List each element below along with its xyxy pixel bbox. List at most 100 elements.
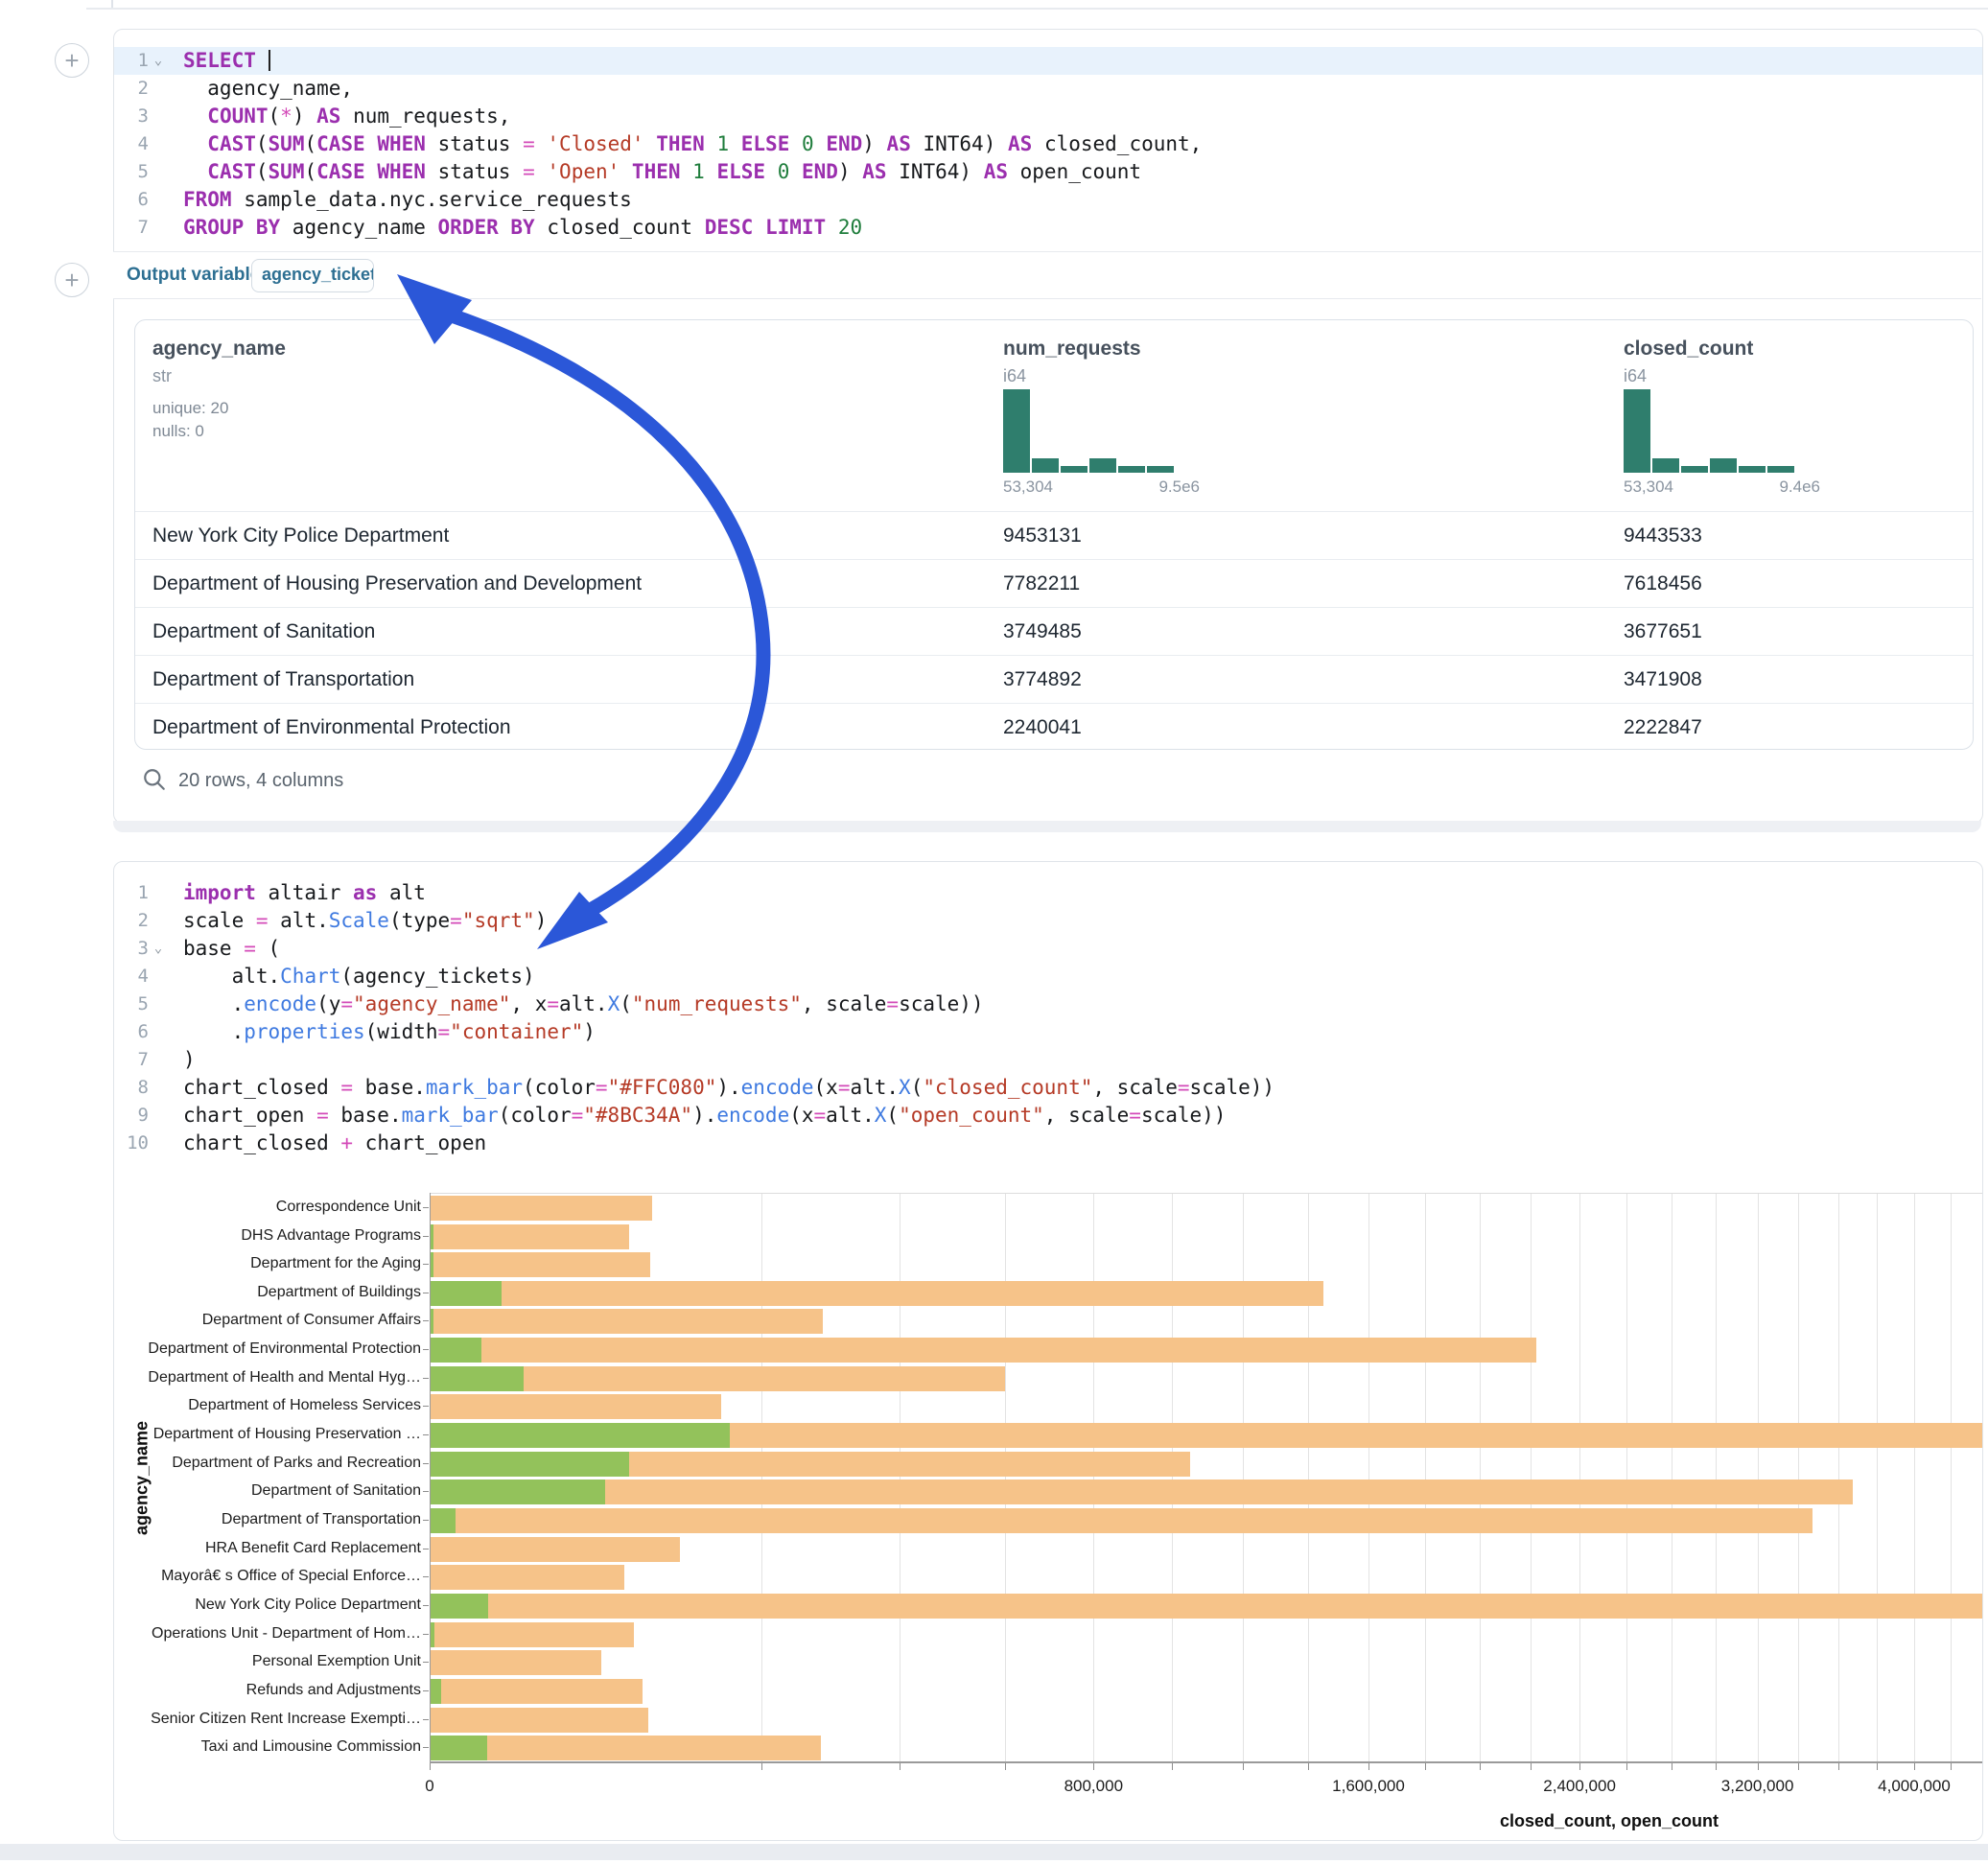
bar-open-count[interactable]	[430, 1508, 456, 1533]
bar-open-count[interactable]	[430, 1736, 487, 1760]
bar-open-count[interactable]	[430, 1338, 481, 1363]
table-row: Department of Housing Preservation and D…	[135, 559, 1973, 607]
bar-closed-count[interactable]	[430, 1252, 650, 1277]
bar-open-count[interactable]	[430, 1480, 605, 1504]
fold-chevron-icon[interactable]	[149, 1130, 168, 1157]
x-axis-label: 2,400,000	[1543, 1777, 1616, 1796]
fold-chevron-icon[interactable]	[149, 1046, 168, 1074]
bar-open-count[interactable]	[430, 1452, 629, 1477]
column-stat: unique: 20	[152, 399, 228, 418]
line-number: 7	[114, 214, 149, 242]
bar-closed-count[interactable]	[430, 1594, 1982, 1619]
bar-closed-count[interactable]	[430, 1480, 1853, 1504]
y-axis-label: Department of Buildings	[133, 1284, 421, 1301]
y-tick	[423, 1576, 429, 1577]
fold-chevron-icon[interactable]	[149, 103, 168, 130]
fold-chevron-icon[interactable]	[149, 75, 168, 103]
code-text: alt.Chart(agency_tickets)	[168, 963, 535, 990]
bar-open-count[interactable]	[430, 1679, 441, 1704]
bar-closed-count[interactable]	[430, 1708, 648, 1733]
bar-open-count[interactable]	[430, 1594, 488, 1619]
histogram-bin	[1739, 466, 1766, 473]
y-tick	[423, 1207, 429, 1208]
fold-chevron-icon[interactable]	[149, 879, 168, 907]
code-text: agency_name,	[168, 75, 353, 103]
output-variable-bar: Output variable: agency_tickets	[113, 251, 1981, 299]
code-line[interactable]: 8chart_closed = base.mark_bar(color="#FF…	[114, 1074, 1982, 1102]
y-axis-label: Department of Homeless Services	[133, 1397, 421, 1414]
fold-chevron-icon[interactable]	[149, 907, 168, 935]
histogram-max-label: 9.4e6	[1729, 478, 1820, 497]
code-line[interactable]: 2scale = alt.Scale(type="sqrt")	[114, 907, 1982, 935]
code-line[interactable]: 5 .encode(y="agency_name", x=alt.X("num_…	[114, 990, 1982, 1018]
code-line[interactable]: 5 CAST(SUM(CASE WHEN status = 'Open' THE…	[114, 158, 1982, 186]
x-axis-label: 0	[425, 1777, 433, 1796]
line-number: 1	[114, 47, 149, 75]
line-number: 4	[114, 963, 149, 990]
y-tick	[423, 1434, 429, 1435]
column-header-closed_count[interactable]: closed_counti6453,3049.4e6	[1624, 320, 1974, 511]
line-number: 6	[114, 1018, 149, 1046]
column-header-agency_name[interactable]: agency_namestrunique: 20nulls: 0	[152, 320, 766, 511]
y-tick	[423, 1520, 429, 1521]
histogram-bin	[1767, 466, 1794, 473]
bar-open-count[interactable]	[430, 1366, 524, 1391]
histogram-min-label: 53,304	[1624, 478, 1673, 497]
bar-closed-count[interactable]	[430, 1565, 624, 1590]
fold-chevron-icon[interactable]: ⌄	[149, 935, 168, 963]
bar-closed-count[interactable]	[430, 1224, 629, 1249]
output-variable-pill[interactable]: agency_tickets	[251, 259, 374, 292]
code-line[interactable]: 4 CAST(SUM(CASE WHEN status = 'Closed' T…	[114, 130, 1982, 158]
y-axis-label: Personal Exemption Unit	[133, 1653, 421, 1670]
code-line[interactable]: 7)	[114, 1046, 1982, 1074]
y-tick	[423, 1264, 429, 1265]
fold-chevron-icon[interactable]	[149, 990, 168, 1018]
fold-chevron-icon[interactable]	[149, 214, 168, 242]
bar-closed-count[interactable]	[430, 1537, 680, 1562]
line-number: 5	[114, 990, 149, 1018]
code-line[interactable]: 7GROUP BY agency_name ORDER BY closed_co…	[114, 214, 1982, 242]
fold-chevron-icon[interactable]	[149, 130, 168, 158]
fold-chevron-icon[interactable]	[149, 186, 168, 214]
bar-closed-count[interactable]	[430, 1281, 1323, 1306]
code-line[interactable]: 4 alt.Chart(agency_tickets)	[114, 963, 1982, 990]
code-line[interactable]: 9chart_open = base.mark_bar(color="#8BC3…	[114, 1102, 1982, 1130]
previous-cell-divider	[86, 8, 1988, 10]
bar-closed-count[interactable]	[430, 1736, 821, 1760]
fold-chevron-icon[interactable]	[149, 963, 168, 990]
code-line[interactable]: 1import altair as alt	[114, 879, 1982, 907]
code-line[interactable]: 6 .properties(width="container")	[114, 1018, 1982, 1046]
bar-closed-count[interactable]	[430, 1679, 643, 1704]
bar-closed-count[interactable]	[430, 1338, 1536, 1363]
bar-closed-count[interactable]	[430, 1394, 721, 1419]
fold-chevron-icon[interactable]	[149, 1102, 168, 1130]
code-line[interactable]: 3⌄base = (	[114, 935, 1982, 963]
bar-closed-count[interactable]	[430, 1650, 601, 1675]
sql-code-editor[interactable]: 1⌄SELECT 2 agency_name,3 COUNT(*) AS num…	[114, 47, 1982, 242]
code-line[interactable]: 2 agency_name,	[114, 75, 1982, 103]
code-line[interactable]: 6FROM sample_data.nyc.service_requests	[114, 186, 1982, 214]
cell-value: 3774892	[1003, 656, 1082, 703]
fold-chevron-icon[interactable]	[149, 1018, 168, 1046]
bar-closed-count[interactable]	[430, 1309, 823, 1334]
column-header-num_requests[interactable]: num_requestsi6453,3049.5e6	[1003, 320, 1617, 511]
fold-chevron-icon[interactable]: ⌄	[149, 47, 168, 75]
search-icon[interactable]	[142, 767, 167, 792]
bar-open-count[interactable]	[430, 1281, 502, 1306]
code-line[interactable]: 3 COUNT(*) AS num_requests,	[114, 103, 1982, 130]
bar-closed-count[interactable]	[430, 1622, 634, 1647]
bar-open-count[interactable]	[430, 1423, 730, 1448]
cell-value: 2222847	[1624, 704, 1702, 750]
add-cell-button-top[interactable]: +	[55, 43, 89, 78]
python-code-editor[interactable]: 1import altair as alt2scale = alt.Scale(…	[114, 879, 1982, 1157]
add-cell-button-output[interactable]: +	[55, 263, 89, 297]
bar-closed-count[interactable]	[430, 1196, 652, 1221]
code-line[interactable]: 10chart_closed + chart_open	[114, 1130, 1982, 1157]
fold-chevron-icon[interactable]	[149, 1074, 168, 1102]
y-tick	[423, 1491, 429, 1492]
bar-closed-count[interactable]	[430, 1508, 1813, 1533]
fold-chevron-icon[interactable]	[149, 158, 168, 186]
code-line[interactable]: 1⌄SELECT	[114, 47, 1982, 75]
x-tick	[1951, 1763, 1952, 1770]
y-axis-label: Department of Transportation	[133, 1511, 421, 1528]
